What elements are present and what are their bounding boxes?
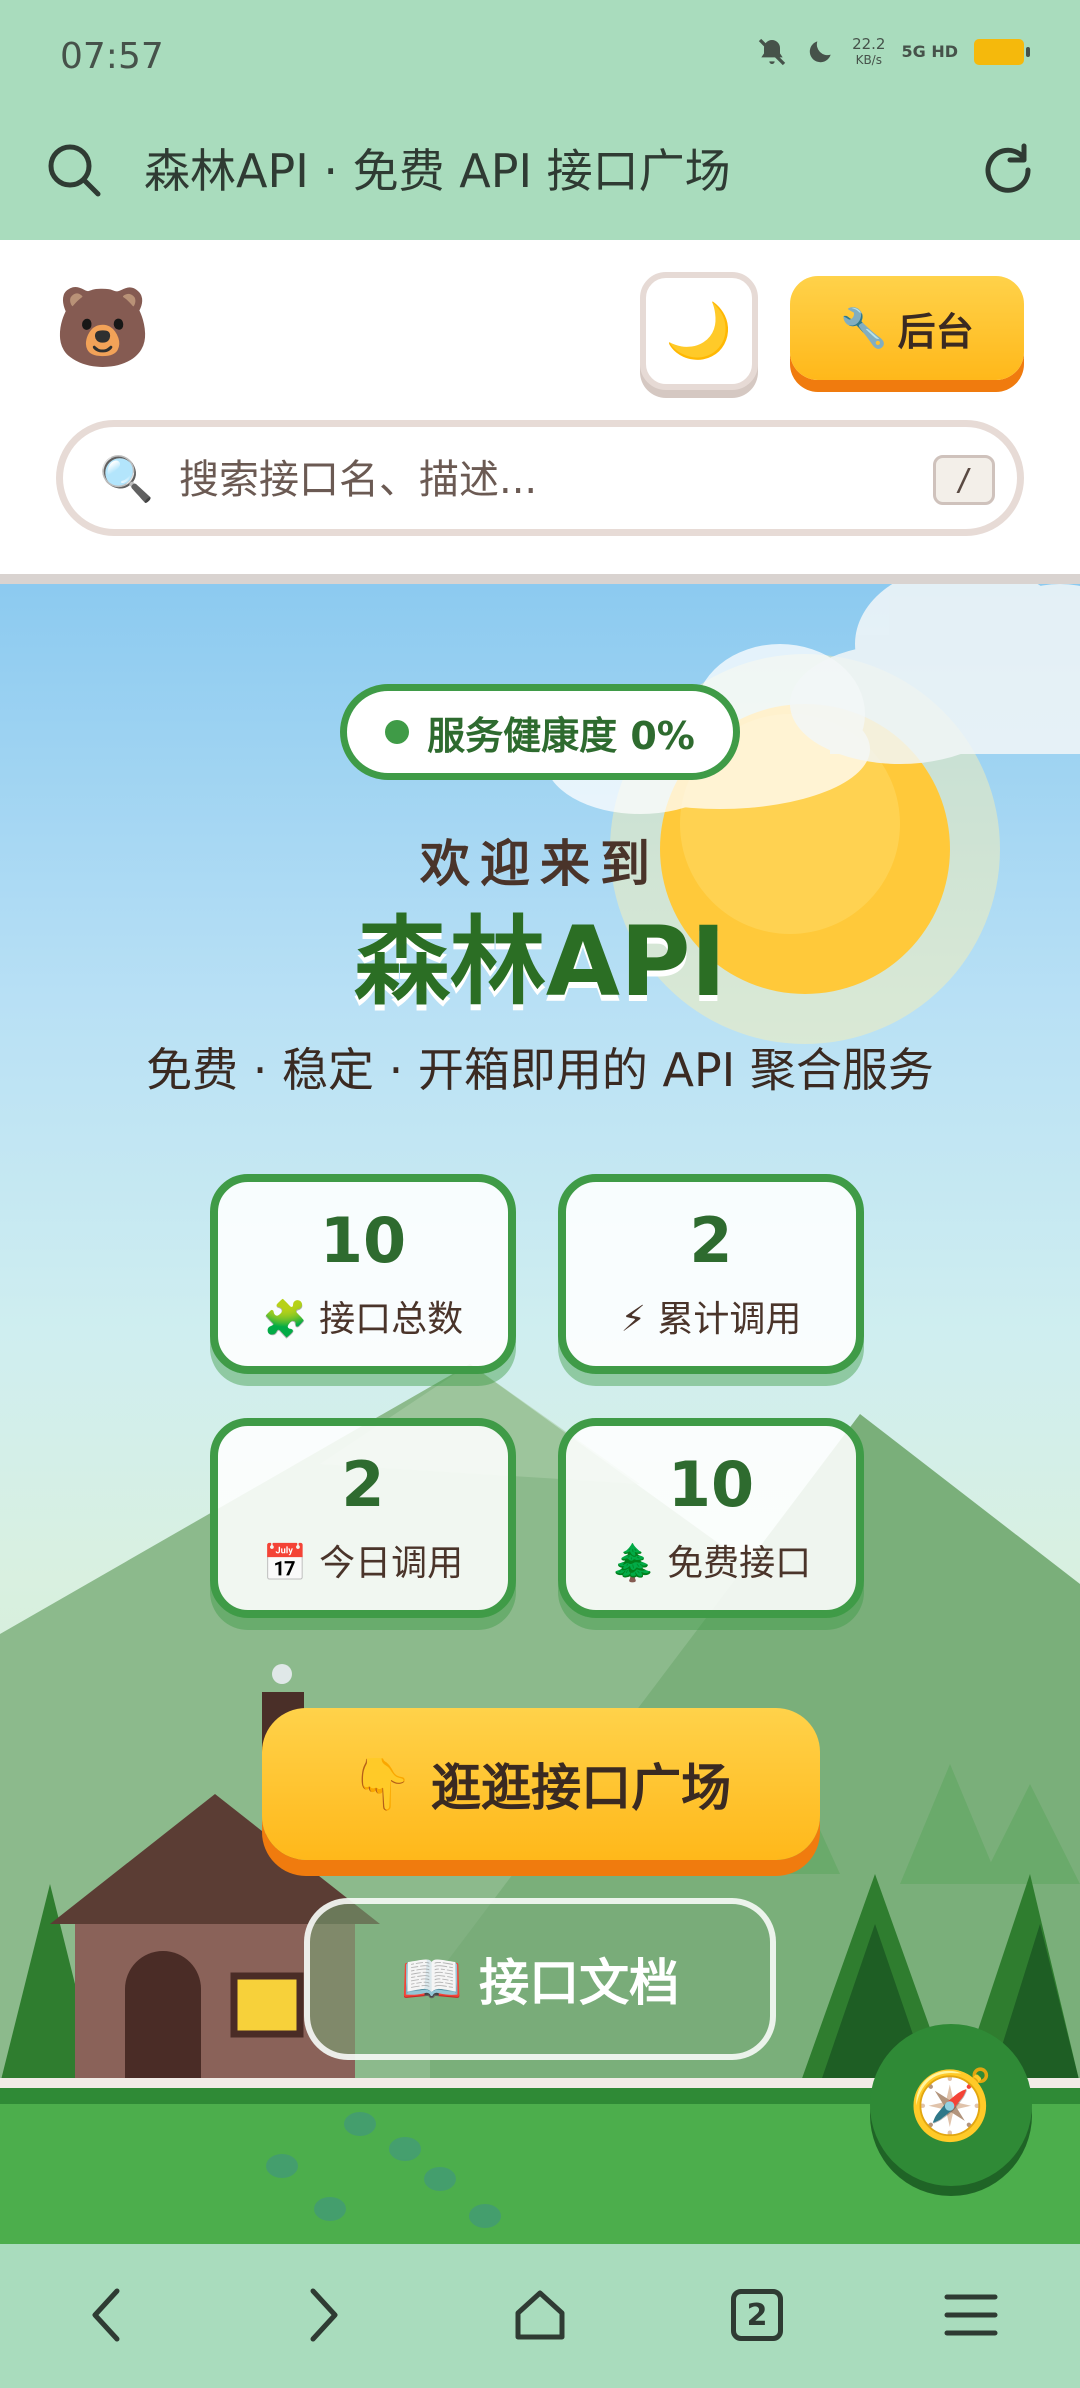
book-icon: 📖 — [400, 1949, 464, 2008]
hamburger-menu-icon — [944, 2294, 998, 2336]
api-docs-label: 接口文档 — [479, 1954, 680, 2012]
admin-button[interactable]: 🔧 后台 — [790, 276, 1024, 380]
browser-bottom-nav: 2 — [0, 2244, 1080, 2388]
health-status-dot — [385, 720, 410, 744]
net-speed: 22.2 KB/s — [852, 35, 886, 67]
page-title[interactable]: 森林API · 免费 API 接口广场 — [144, 140, 731, 202]
status-icons: 22.2 KB/s 5G HD — [756, 35, 1030, 68]
puzzle-icon: 🧩 — [262, 1299, 308, 1340]
forward-button[interactable] — [278, 2270, 368, 2360]
chevron-left-icon — [92, 2288, 120, 2342]
tree-icon: 🌲 — [610, 1543, 656, 1584]
admin-button-label: 后台 — [897, 309, 974, 354]
browse-apis-button[interactable]: 👇 逛逛接口广场 — [262, 1708, 820, 1860]
theme-toggle-button[interactable]: 🌙 — [640, 272, 758, 390]
stat-card-total-calls: 2 ⚡ 累计调用 — [558, 1174, 864, 1374]
moon-icon — [809, 41, 831, 63]
search-shortcut-key: / — [933, 455, 995, 505]
health-status-badge: 服务健康度 0% — [340, 684, 740, 780]
hero-section: 服务健康度 0% 欢迎来到 森林API 免费 · 稳定 · 开箱即用的 API … — [0, 584, 1080, 2244]
stat-card-total-apis: 10 🧩 接口总数 — [210, 1174, 516, 1374]
status-bar: 07:57 22.2 KB/s 5G HD — [0, 0, 1080, 118]
stat-label: 接口总数 — [319, 1299, 464, 1340]
api-docs-button[interactable]: 📖 接口文档 — [304, 1898, 776, 2060]
wrench-icon: 🔧 — [840, 305, 888, 350]
stat-label: 今日调用 — [319, 1543, 464, 1584]
compass-fab-button[interactable]: 🧭 — [870, 2024, 1032, 2186]
battery-icon — [974, 39, 1030, 65]
calendar-icon: 📅 — [262, 1543, 308, 1584]
tagline: 免费 · 稳定 · 开箱即用的 API 聚合服务 — [146, 1043, 934, 1097]
health-status-text: 服务健康度 0% — [427, 713, 695, 758]
menu-button[interactable] — [926, 2270, 1016, 2360]
tab-count-badge: 2 — [731, 2289, 783, 2341]
mute-bell-icon — [758, 38, 786, 66]
tabs-button[interactable]: 2 — [712, 2270, 802, 2360]
stat-card-today-calls: 2 📅 今日调用 — [210, 1418, 516, 1618]
search-bar[interactable]: 🔍 / — [56, 420, 1024, 536]
pointing-down-icon: 👇 — [350, 1754, 414, 1813]
browse-apis-label: 逛逛接口广场 — [431, 1759, 732, 1817]
brand-title: 森林API — [353, 906, 727, 1018]
search-icon[interactable] — [44, 140, 104, 200]
bear-logo-icon[interactable]: 🐻 — [54, 282, 151, 374]
network-indicator: 5G HD — [901, 42, 958, 61]
search-input[interactable] — [179, 445, 879, 515]
home-icon — [515, 2290, 565, 2340]
stat-value: 10 — [319, 1204, 407, 1277]
lightning-icon: ⚡ — [620, 1299, 646, 1340]
stat-value: 2 — [689, 1204, 733, 1277]
cloud — [790, 584, 1080, 764]
home-button[interactable] — [495, 2270, 585, 2360]
browser-address-bar: 森林API · 免费 API 接口广场 — [0, 118, 1080, 240]
reload-icon[interactable] — [978, 140, 1038, 200]
stat-label: 免费接口 — [667, 1543, 812, 1584]
header-divider — [0, 574, 1080, 584]
stat-value: 2 — [341, 1448, 385, 1521]
stat-value: 10 — [667, 1448, 755, 1521]
chevron-right-icon — [310, 2288, 338, 2342]
app-header: 🐻 🌙 🔧 后台 🔍 / — [0, 240, 1080, 574]
back-button[interactable] — [62, 2270, 152, 2360]
magnifier-icon: 🔍 — [99, 454, 154, 505]
stat-card-free-apis: 10 🌲 免费接口 — [558, 1418, 864, 1618]
stat-label: 累计调用 — [657, 1299, 802, 1340]
status-time: 07:57 — [60, 36, 164, 77]
